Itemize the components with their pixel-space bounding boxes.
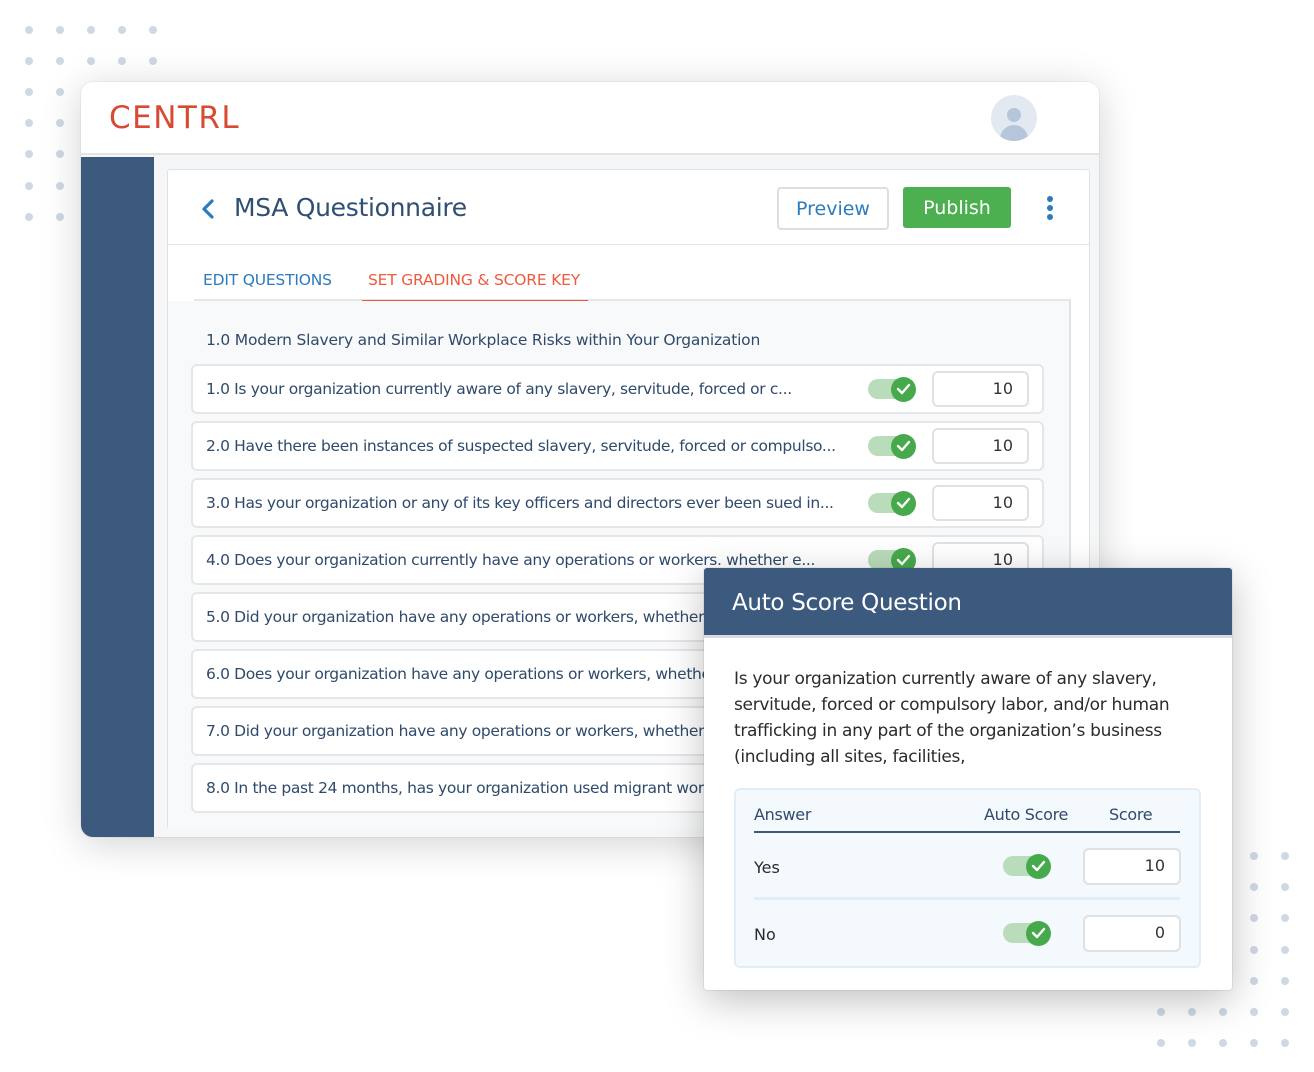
decorative-dot (1281, 914, 1289, 922)
decorative-dot (56, 119, 64, 127)
question-text: 5.0 Did your organization have any opera… (206, 608, 705, 626)
auto-score-toggle-no[interactable] (1003, 921, 1051, 946)
modal-question-text: Is your organization currently aware of … (734, 669, 1170, 767)
answer-label-no: No (754, 925, 776, 944)
question-text: 1.0 Is your organization currently aware… (206, 380, 792, 398)
auto-score-toggle[interactable] (868, 491, 916, 516)
auto-score-modal: Auto Score Question Is your organization… (704, 568, 1232, 990)
tab-bar: EDIT QUESTIONS SET GRADING & SCORE KEY (194, 260, 1071, 303)
decorative-dot (1157, 1039, 1165, 1047)
modal-title: Auto Score Question (732, 590, 962, 616)
decorative-dot (149, 57, 157, 65)
decorative-dot (1281, 852, 1289, 860)
decorative-dot (118, 57, 126, 65)
top-bar: CENTRL (81, 82, 1099, 155)
decorative-dot (1188, 1008, 1196, 1016)
decorative-dot (1281, 977, 1289, 985)
avatar-head-icon (1007, 108, 1021, 122)
score-input-no[interactable]: 0 (1083, 915, 1181, 952)
score-input-yes[interactable]: 10 (1083, 848, 1181, 885)
column-header-score: Score (1109, 805, 1153, 824)
decorative-dot (118, 26, 126, 34)
user-avatar[interactable] (991, 95, 1037, 141)
row-divider (754, 897, 1180, 900)
chevron-left-icon[interactable] (198, 194, 218, 224)
score-input[interactable]: 10 (932, 371, 1029, 407)
question-text: 7.0 Did your organization have any opera… (206, 722, 705, 740)
check-icon (1031, 860, 1046, 872)
decorative-dot (1250, 1039, 1258, 1047)
decorative-dot (25, 88, 33, 96)
auto-score-toggle-yes[interactable] (1003, 854, 1051, 879)
decorative-dot (1281, 1008, 1289, 1016)
column-header-answer: Answer (754, 805, 812, 824)
check-icon (896, 440, 911, 452)
decorative-dot (1281, 883, 1289, 891)
page-title: MSA Questionnaire (234, 193, 467, 222)
decorative-dot (1188, 1039, 1196, 1047)
answers-table: Answer Auto Score Score Yes 10 No 0 (734, 788, 1201, 968)
decorative-dot (1250, 946, 1258, 954)
decorative-dot (25, 57, 33, 65)
decorative-dot (1250, 852, 1258, 860)
check-icon (896, 554, 911, 566)
decorative-dot (1281, 946, 1289, 954)
decorative-dot (56, 213, 64, 221)
decorative-dot (25, 119, 33, 127)
question-row[interactable]: 1.0 Is your organization currently aware… (191, 364, 1044, 414)
card-header: MSA Questionnaire Preview Publish (168, 170, 1089, 245)
column-header-auto-score: Auto Score (984, 805, 1069, 824)
decorative-dot (25, 182, 33, 190)
auto-score-toggle[interactable] (868, 548, 916, 573)
question-text: 8.0 In the past 24 months, has your orga… (206, 779, 735, 797)
more-options-icon[interactable] (1046, 196, 1054, 222)
question-row[interactable]: 3.0 Has your organization or any of its … (191, 478, 1044, 528)
score-input[interactable]: 10 (932, 485, 1029, 521)
score-input[interactable]: 10 (932, 428, 1029, 464)
decorative-dot (1250, 914, 1258, 922)
decorative-dot (1219, 1039, 1227, 1047)
sidebar (81, 157, 154, 837)
avatar-body-icon (1000, 125, 1028, 141)
question-text: 3.0 Has your organization or any of its … (206, 494, 834, 512)
header-divider (754, 831, 1180, 833)
question-row[interactable]: 2.0 Have there been instances of suspect… (191, 421, 1044, 471)
decorative-dot (56, 150, 64, 158)
question-text: 4.0 Does your organization currently hav… (206, 551, 816, 569)
centrl-logo: CENTRL (109, 100, 241, 136)
check-icon (1031, 927, 1046, 939)
decorative-dot (1250, 883, 1258, 891)
question-text: 2.0 Have there been instances of suspect… (206, 437, 836, 455)
answer-label-yes: Yes (754, 858, 780, 877)
decorative-dot (56, 26, 64, 34)
decorative-dot (56, 182, 64, 190)
check-icon (896, 497, 911, 509)
decorative-dot (87, 57, 95, 65)
tab-set-grading-score-key[interactable]: SET GRADING & SCORE KEY (361, 271, 589, 303)
decorative-dot (25, 150, 33, 158)
preview-button[interactable]: Preview (777, 187, 889, 230)
decorative-dot (25, 213, 33, 221)
decorative-dot (87, 26, 95, 34)
publish-button[interactable]: Publish (903, 187, 1011, 228)
decorative-dot (56, 88, 64, 96)
decorative-dot (1219, 1008, 1227, 1016)
decorative-dot (1281, 1039, 1289, 1047)
decorative-dot (149, 26, 157, 34)
question-text: 6.0 Does your organization have any oper… (206, 665, 717, 683)
decorative-dot (25, 26, 33, 34)
auto-score-toggle[interactable] (868, 434, 916, 459)
decorative-dot (1250, 1008, 1258, 1016)
modal-header: Auto Score Question (704, 568, 1232, 638)
decorative-dot (56, 57, 64, 65)
tab-edit-questions[interactable]: EDIT QUESTIONS (203, 271, 332, 289)
decorative-dot (1157, 1008, 1165, 1016)
decorative-dot (1250, 977, 1258, 985)
auto-score-toggle[interactable] (868, 377, 916, 402)
section-title: 1.0 Modern Slavery and Similar Workplace… (206, 331, 761, 349)
check-icon (896, 383, 911, 395)
